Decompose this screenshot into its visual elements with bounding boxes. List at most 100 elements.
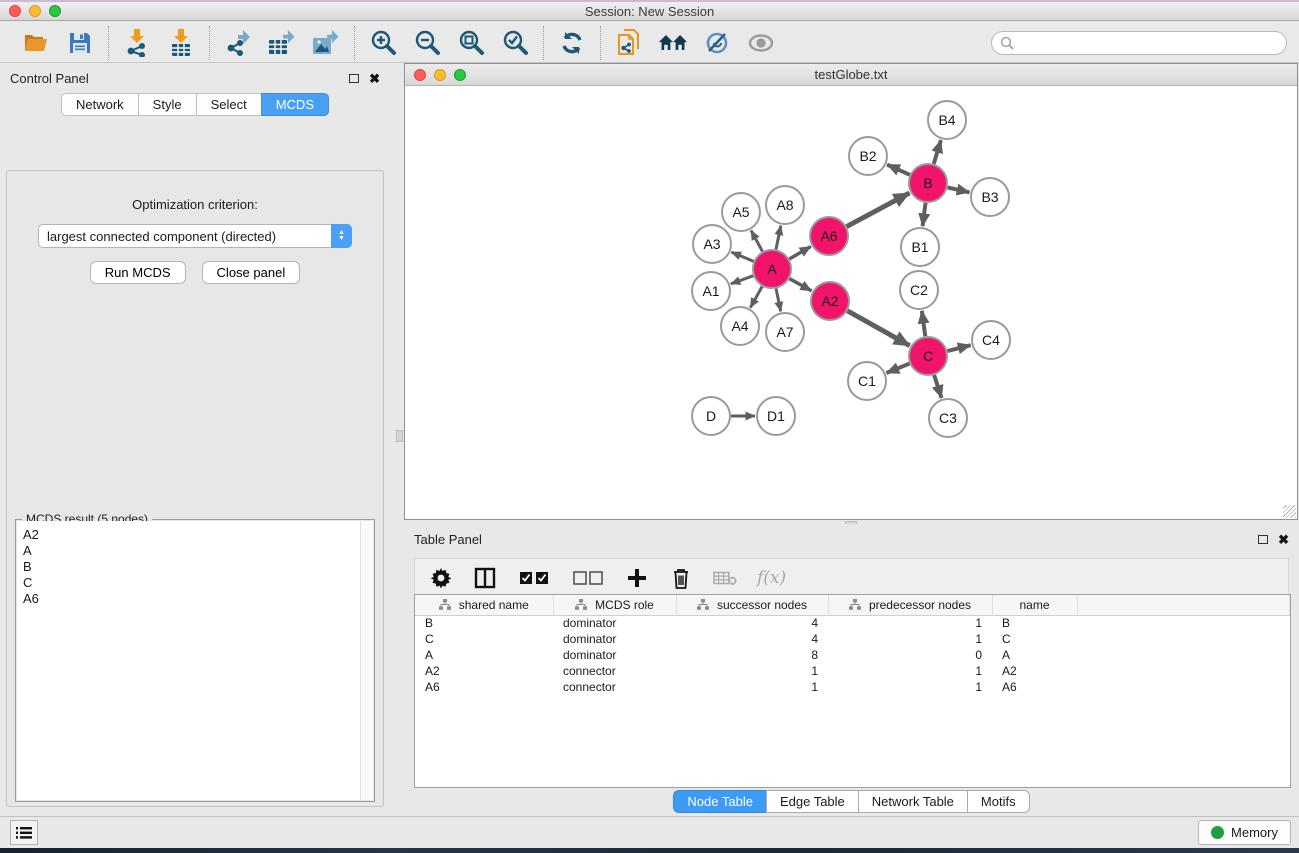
graph-edge-C-C4[interactable] xyxy=(947,345,970,351)
import-network-icon[interactable] xyxy=(122,28,152,58)
column-header-successor-nodes[interactable]: successor nodes xyxy=(676,595,828,615)
graph-edge-A-A8[interactable] xyxy=(776,226,781,250)
graph-node-C2[interactable]: C2 xyxy=(900,271,938,309)
tab-network-table[interactable]: Network Table xyxy=(858,790,967,813)
graph-node-B2[interactable]: B2 xyxy=(849,137,887,175)
result-item[interactable]: A xyxy=(23,543,373,559)
result-item[interactable]: B xyxy=(23,559,373,575)
graph-node-A4[interactable]: A4 xyxy=(721,307,759,345)
zoom-fit-icon[interactable] xyxy=(456,28,486,58)
table-cell[interactable]: connector xyxy=(553,679,676,695)
run-mcds-button[interactable]: Run MCDS xyxy=(90,261,186,284)
save-session-icon[interactable] xyxy=(65,28,95,58)
export-network-icon[interactable] xyxy=(223,28,253,58)
graph-node-D[interactable]: D xyxy=(692,397,730,435)
graph-node-B[interactable]: B xyxy=(909,164,947,202)
close-panel-icon[interactable]: ✖ xyxy=(369,72,380,85)
table-cell[interactable]: 1 xyxy=(828,631,992,647)
criterion-dropdown[interactable]: largest connected component (directed) ▲… xyxy=(38,224,352,248)
network-close-button[interactable] xyxy=(414,69,426,81)
graph-node-C3[interactable]: C3 xyxy=(929,399,967,437)
result-item[interactable]: A6 xyxy=(23,591,373,607)
network-minimize-button[interactable] xyxy=(434,69,446,81)
table-row[interactable]: Bdominator41B xyxy=(415,615,1290,631)
delete-table-icon[interactable] xyxy=(713,566,737,590)
zoom-in-icon[interactable] xyxy=(368,28,398,58)
tab-edge-table[interactable]: Edge Table xyxy=(766,790,858,813)
export-table-icon[interactable] xyxy=(267,28,297,58)
table-cell[interactable]: C xyxy=(415,631,553,647)
graph-edge-A-A2[interactable] xyxy=(790,279,812,291)
delete-column-icon[interactable] xyxy=(669,566,693,590)
graph-node-A5[interactable]: A5 xyxy=(722,193,760,231)
close-panel-button[interactable]: Close panel xyxy=(202,261,301,284)
duplicate-network-icon[interactable] xyxy=(614,28,644,58)
table-cell[interactable]: C xyxy=(992,631,1077,647)
graph-edge-A-A5[interactable] xyxy=(751,230,762,251)
table-row[interactable]: Cdominator41C xyxy=(415,631,1290,647)
select-all-icon[interactable] xyxy=(517,566,551,590)
graph-node-A7[interactable]: A7 xyxy=(766,313,804,351)
graph-edge-A-A4[interactable] xyxy=(750,286,762,307)
zoom-out-icon[interactable] xyxy=(412,28,442,58)
table-cell[interactable]: B xyxy=(992,615,1077,631)
result-item[interactable]: A2 xyxy=(23,527,373,543)
network-zoom-button[interactable] xyxy=(454,69,466,81)
graph-node-A6[interactable]: A6 xyxy=(810,217,848,255)
table-cell[interactable]: 4 xyxy=(676,631,828,647)
zoom-selected-icon[interactable] xyxy=(500,28,530,58)
table-cell[interactable]: 1 xyxy=(828,615,992,631)
mcds-result-list[interactable]: A2ABCA6 xyxy=(17,521,373,800)
add-column-icon[interactable] xyxy=(625,566,649,590)
table-cell[interactable]: 8 xyxy=(676,647,828,663)
open-file-icon[interactable] xyxy=(21,28,51,58)
table-cell[interactable]: A xyxy=(415,647,553,663)
search-input[interactable] xyxy=(1014,33,1286,53)
graph-node-C4[interactable]: C4 xyxy=(972,321,1010,359)
graph-node-A[interactable]: A xyxy=(753,250,791,288)
table-cell[interactable]: 1 xyxy=(828,679,992,695)
graph-edge-A-A1[interactable] xyxy=(731,276,753,284)
deselect-all-icon[interactable] xyxy=(571,566,605,590)
tab-mcds[interactable]: MCDS xyxy=(261,93,329,116)
network-canvas[interactable]: B4B2BB3A8A5A6A3B1AC2A1A2A4A7C4CC1DD1C3 xyxy=(405,86,1297,519)
function-builder-icon[interactable]: f(x) xyxy=(757,568,786,588)
graph-node-C[interactable]: C xyxy=(909,337,947,375)
graph-edge-C-C1[interactable] xyxy=(886,364,909,373)
table-row[interactable]: A6connector11A6 xyxy=(415,679,1290,695)
close-window-button[interactable] xyxy=(9,5,21,17)
refresh-icon[interactable] xyxy=(557,28,587,58)
result-scrollbar[interactable] xyxy=(360,521,373,800)
network-window-titlebar[interactable]: testGlobe.txt xyxy=(405,64,1297,86)
hide-graphics-icon[interactable] xyxy=(702,28,732,58)
float-panel-icon[interactable] xyxy=(349,74,359,83)
table-cell[interactable]: A xyxy=(992,647,1077,663)
graph-edge-B-B1[interactable] xyxy=(923,203,926,226)
graph-edge-A-A7[interactable] xyxy=(776,289,781,312)
split-divider-handle[interactable] xyxy=(396,430,403,442)
column-view-icon[interactable] xyxy=(473,566,497,590)
tab-select[interactable]: Select xyxy=(196,93,261,116)
table-cell[interactable]: 1 xyxy=(828,663,992,679)
table-cell[interactable]: B xyxy=(415,615,553,631)
graph-node-B3[interactable]: B3 xyxy=(971,178,1009,216)
table-cell[interactable]: dominator xyxy=(553,631,676,647)
graph-node-D1[interactable]: D1 xyxy=(757,397,795,435)
table-cell[interactable]: dominator xyxy=(553,615,676,631)
show-eye-icon[interactable] xyxy=(746,28,776,58)
column-header-shared-name[interactable]: shared name xyxy=(415,595,553,615)
graph-node-A2[interactable]: A2 xyxy=(811,282,849,320)
graph-node-A3[interactable]: A3 xyxy=(693,225,731,263)
table-cell[interactable]: A6 xyxy=(415,679,553,695)
float-panel-icon[interactable] xyxy=(1258,535,1268,544)
tab-style[interactable]: Style xyxy=(138,93,196,116)
close-panel-icon[interactable]: ✖ xyxy=(1278,533,1289,546)
tab-node-table[interactable]: Node Table xyxy=(673,790,766,813)
resize-grip-icon[interactable] xyxy=(1283,505,1296,518)
graph-edge-A2-C[interactable] xyxy=(847,311,909,346)
table-cell[interactable]: A6 xyxy=(992,679,1077,695)
column-header-predecessor-nodes[interactable]: predecessor nodes xyxy=(828,595,992,615)
task-history-button[interactable] xyxy=(10,820,38,845)
graph-edge-A6-B[interactable] xyxy=(847,193,910,227)
minimize-window-button[interactable] xyxy=(29,5,41,17)
